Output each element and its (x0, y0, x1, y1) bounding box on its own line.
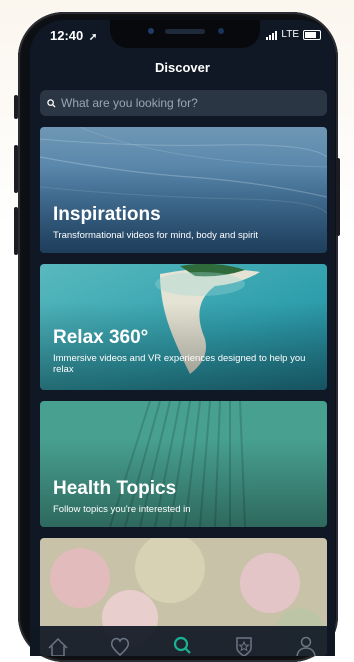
volume-down-button (14, 207, 18, 255)
tab-heart-icon[interactable] (108, 634, 132, 656)
signal-bars-icon (266, 30, 278, 40)
category-card-health-topics[interactable]: Health Topics Follow topics you're inter… (40, 401, 327, 527)
camera-dot (218, 28, 224, 34)
mute-switch (14, 95, 18, 119)
tab-bar (30, 626, 335, 656)
tab-badge-icon[interactable] (232, 634, 256, 656)
card-subtitle: Follow topics you're interested in (53, 504, 191, 515)
status-time-text: 12:40 (50, 28, 84, 43)
location-arrow-icon: ➚ (88, 32, 98, 43)
app-screen: 12:40 ➚ LTE Discover What are you lookin… (30, 20, 335, 656)
card-title: Relax 360° (53, 327, 149, 348)
volume-up-button (14, 145, 18, 193)
card-title: Health Topics (53, 478, 177, 499)
card-subtitle: Transformational videos for mind, body a… (53, 230, 259, 241)
page-title: Discover (155, 60, 210, 75)
power-button (336, 158, 340, 236)
notch (110, 20, 260, 48)
tab-home-icon[interactable] (46, 634, 70, 656)
category-card-relax-360[interactable]: Relax 360° Immersive videos and VR exper… (40, 264, 327, 390)
card-title: Inspirations (53, 204, 161, 225)
search-placeholder: What are you looking for? (61, 96, 198, 110)
card-subtitle: Immersive videos and VR experiences desi… (53, 353, 306, 375)
sensor-dot (148, 28, 154, 34)
search-input[interactable]: What are you looking for? (40, 90, 327, 116)
tab-search-icon[interactable] (170, 634, 194, 656)
battery-icon (303, 29, 321, 40)
status-indicators: LTE (266, 29, 321, 40)
speaker-grille (165, 29, 205, 34)
status-time: 12:40 ➚ (50, 28, 97, 43)
search-icon (47, 98, 56, 108)
tab-profile-icon[interactable] (294, 634, 318, 656)
network-label: LTE (281, 29, 299, 40)
category-card-inspirations[interactable]: Inspirations Transformational videos for… (40, 127, 327, 253)
